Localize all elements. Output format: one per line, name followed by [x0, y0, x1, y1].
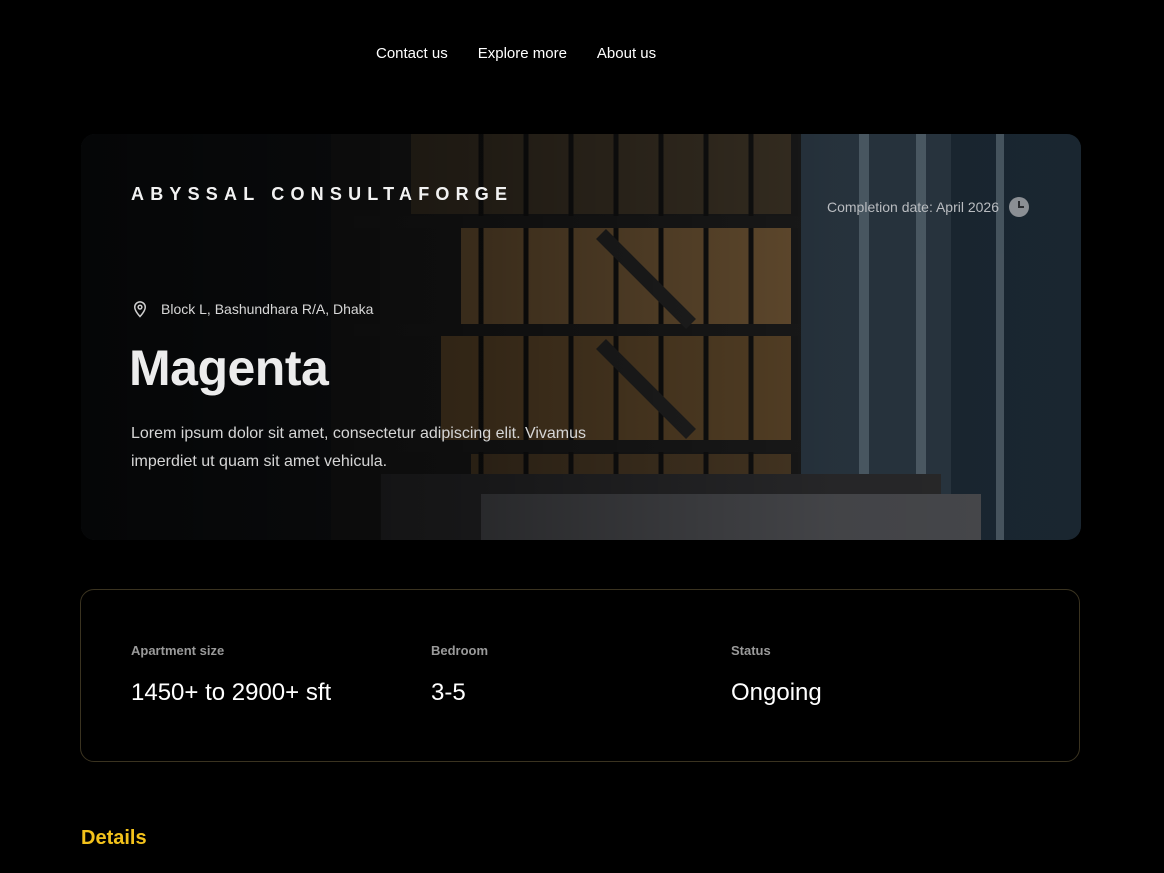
completion-date: Completion date: April 2026: [827, 197, 1029, 217]
stat-bedroom: Bedroom 3-5: [431, 643, 488, 707]
stat-label: Bedroom: [431, 643, 489, 658]
project-title: Magenta: [129, 340, 329, 396]
stat-value: 1450+ to 2900+ sft: [131, 679, 332, 706]
stat-value: 3-5: [431, 679, 466, 706]
project-description: Lorem ipsum dolor sit amet, consectetur …: [131, 425, 587, 470]
stat-value: Ongoing: [731, 679, 822, 706]
location-text: Block L, Bashundhara R/A, Dhaka: [161, 301, 374, 317]
stat-apartment-size: Apartment size 1450+ to 2900+ sft: [131, 643, 331, 707]
hero-banner: ABYSSAL CONSULTAFORGE Completion date: A…: [81, 134, 1081, 540]
project-stats-card: Apartment size 1450+ to 2900+ sft Bedroo…: [80, 589, 1080, 762]
completion-date-text: Completion date: April 2026: [827, 199, 999, 215]
location: Block L, Bashundhara R/A, Dhaka: [131, 300, 373, 318]
clock-icon: [1009, 197, 1029, 217]
stat-status: Status Ongoing: [731, 643, 822, 707]
details-heading: Details: [81, 827, 147, 849]
nav-about-us[interactable]: About us: [597, 44, 656, 64]
stat-label: Apartment size: [131, 643, 225, 658]
stat-label: Status: [731, 643, 771, 658]
brand-name: ABYSSAL CONSULTAFORGE: [131, 184, 514, 204]
nav-explore-more[interactable]: Explore more: [478, 44, 567, 64]
top-nav: Contact us Explore more About us: [376, 44, 656, 64]
map-pin-icon: [133, 301, 147, 318]
nav-contact-us[interactable]: Contact us: [376, 44, 448, 64]
